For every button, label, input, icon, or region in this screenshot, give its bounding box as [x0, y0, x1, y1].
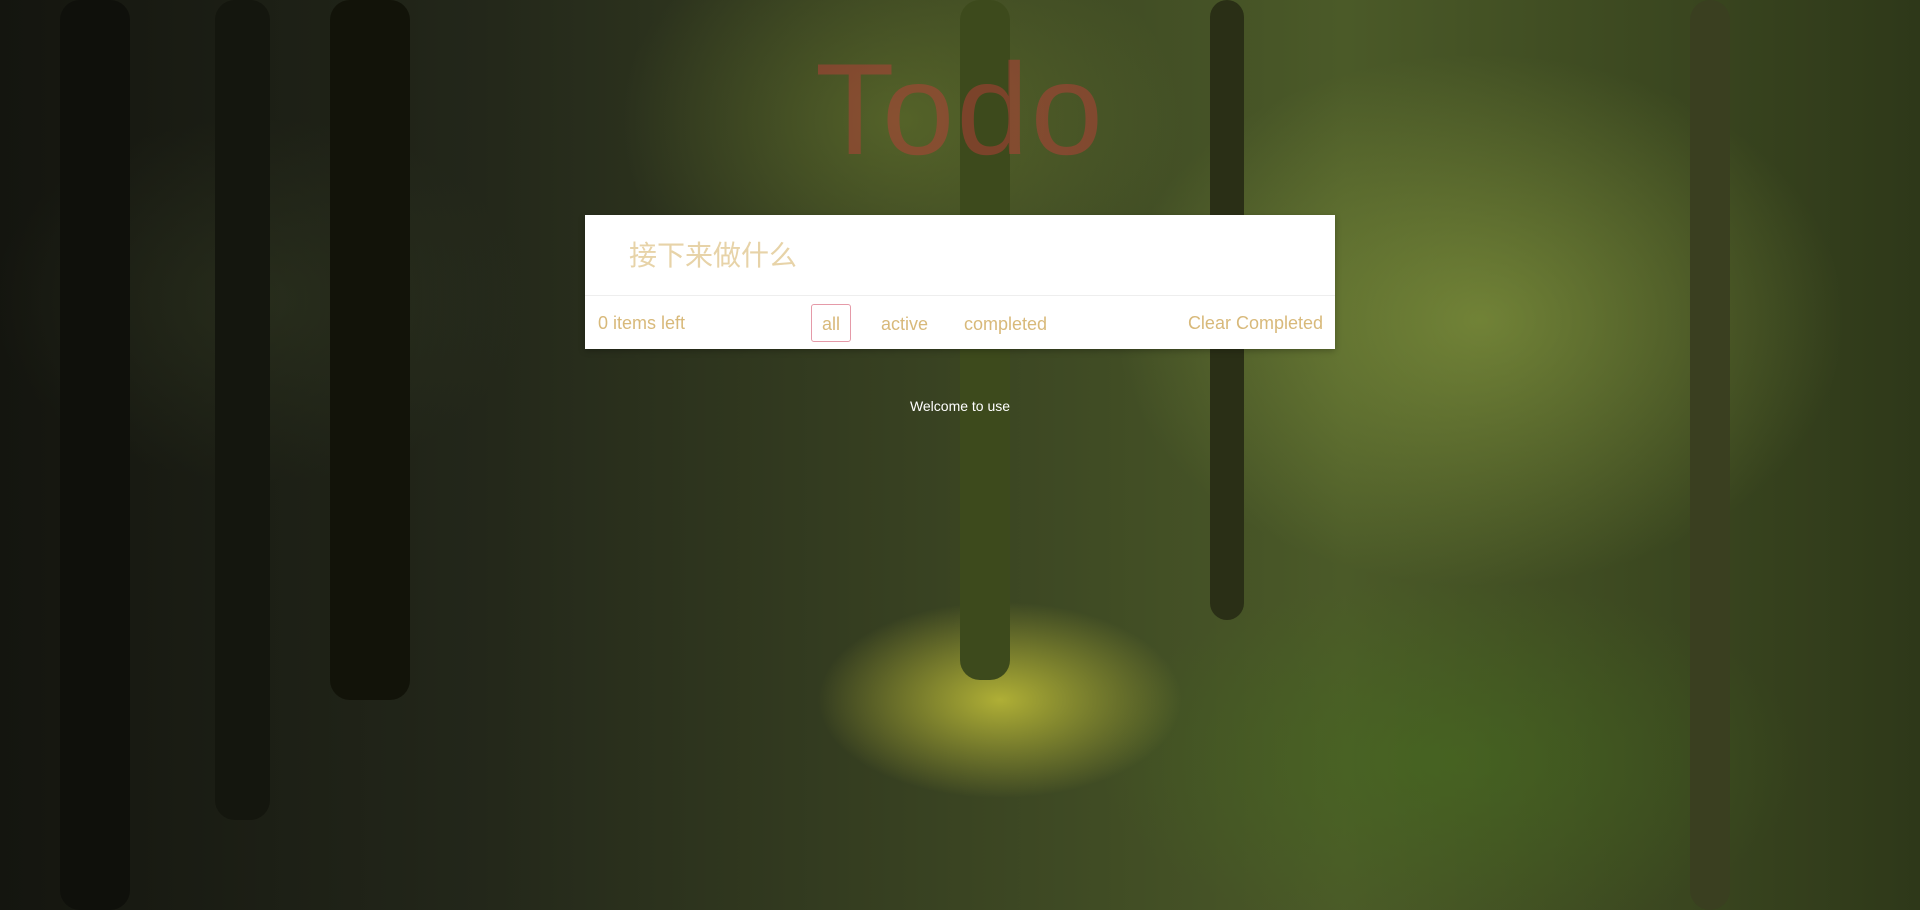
todo-panel: 0 items left all active completed Clear …: [585, 215, 1335, 349]
app-title: Todo: [815, 36, 1105, 182]
filter-all[interactable]: all: [811, 304, 852, 342]
new-todo-input[interactable]: [585, 215, 1335, 295]
filter-active[interactable]: active: [870, 304, 939, 342]
filter-completed[interactable]: completed: [953, 304, 1058, 342]
clear-completed-button[interactable]: Clear Completed: [1188, 313, 1323, 334]
todo-footer: 0 items left all active completed Clear …: [585, 295, 1335, 349]
welcome-message: Welcome to use: [909, 398, 1011, 414]
items-left-count: 0 items left: [598, 313, 686, 333]
